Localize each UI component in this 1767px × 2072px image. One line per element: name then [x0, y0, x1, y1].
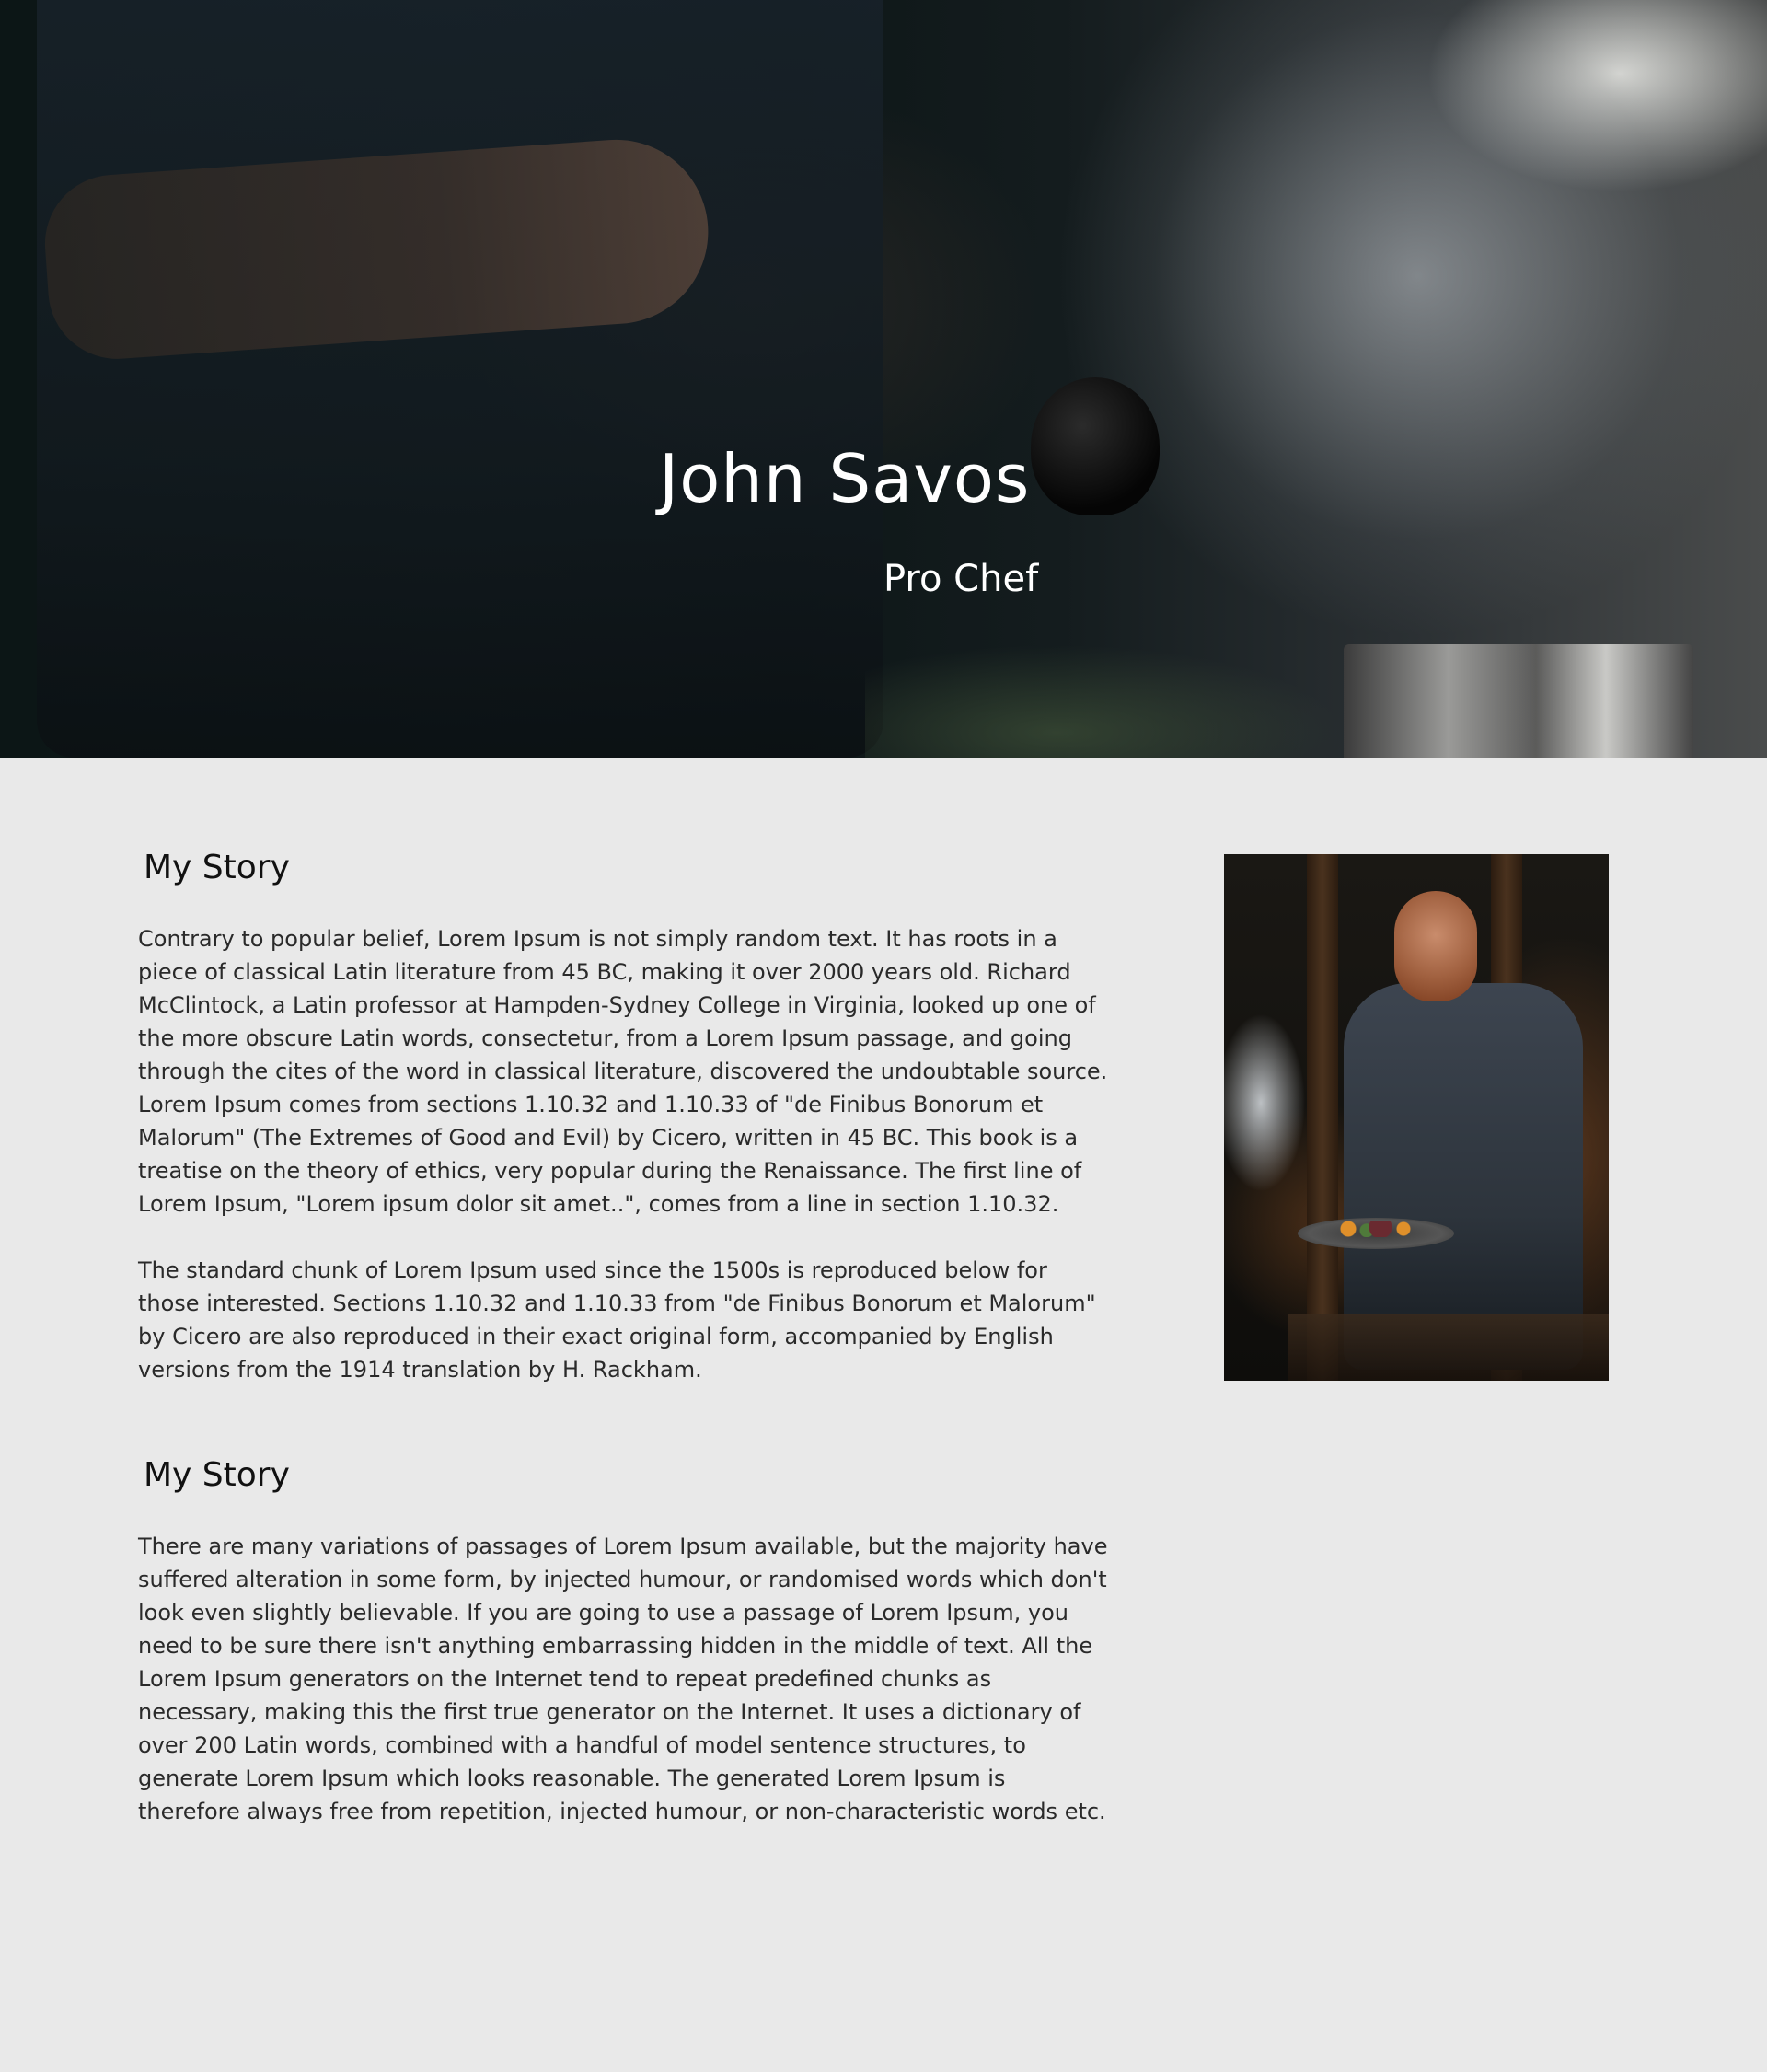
story-section-1: My Story Contrary to popular belief, Lor…	[138, 848, 1114, 1419]
hero-banner: John Savos Pro Chef	[0, 0, 1767, 758]
story-paragraph: The standard chunk of Lorem Ipsum used s…	[138, 1257, 1096, 1383]
portrait-table	[1288, 1314, 1609, 1381]
story-section-2: My Story There are many variations of pa…	[138, 1455, 1114, 1861]
portrait-beam	[1307, 854, 1338, 1381]
section-heading: My Story	[144, 1456, 290, 1494]
chef-portrait-image	[1224, 854, 1609, 1381]
chef-role: Pro Chef	[884, 558, 1039, 600]
portrait-chef-body	[1344, 983, 1583, 1370]
story-paragraph: Contrary to popular belief, Lorem Ipsum …	[138, 926, 1108, 1218]
section-heading: My Story	[144, 849, 290, 886]
main-content: My Story Contrary to popular belief, Lor…	[0, 758, 1767, 2072]
story-paragraph: There are many variations of passages of…	[138, 1534, 1108, 1825]
portrait-chef-head	[1394, 891, 1477, 1001]
portrait-food	[1330, 1221, 1422, 1237]
hero-overlay: John Savos Pro Chef	[0, 0, 1767, 758]
chef-name: John Savos	[659, 440, 1031, 517]
